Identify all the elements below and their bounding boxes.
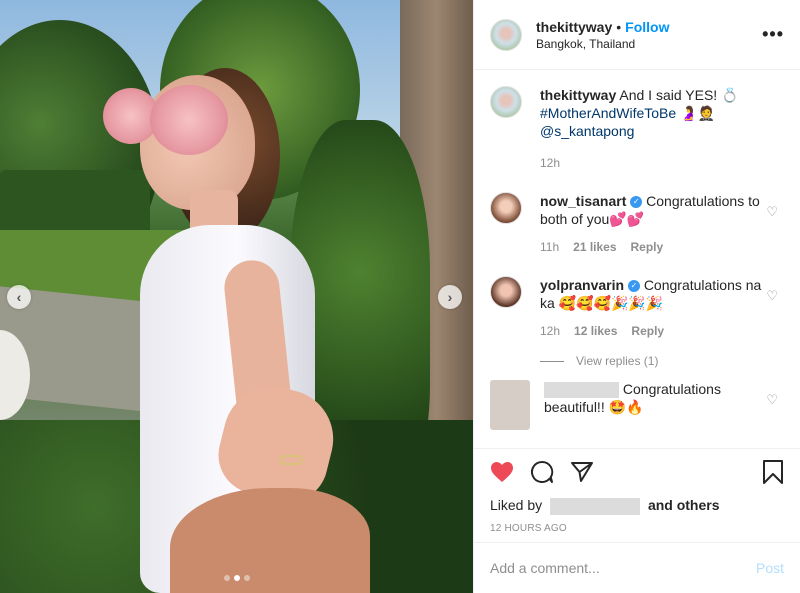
share-icon[interactable] bbox=[570, 460, 594, 487]
post-header: thekittyway • Follow Bangkok, Thailand •… bbox=[474, 0, 800, 70]
more-options-icon[interactable]: ••• bbox=[762, 24, 784, 45]
comment-likes[interactable]: 21 likes bbox=[573, 238, 616, 256]
separator: • bbox=[616, 18, 622, 35]
comments-list[interactable]: thekittyway And I said YES! 💍 #MotherAnd… bbox=[474, 70, 800, 448]
post-actions: Liked by and others 12 HOURS AGO bbox=[474, 448, 800, 534]
like-comment-heart-icon[interactable]: ♡ bbox=[766, 392, 778, 408]
header-username[interactable]: thekittyway bbox=[536, 19, 612, 35]
divider bbox=[540, 360, 564, 362]
mention-link[interactable]: @s_kantapong bbox=[540, 122, 765, 140]
verified-badge-icon: ✓ bbox=[630, 196, 643, 209]
like-comment-heart-icon[interactable]: ♡ bbox=[766, 288, 778, 304]
liked-by: Liked by and others bbox=[490, 497, 784, 515]
flower-crown bbox=[150, 85, 228, 155]
previous-slide-button[interactable]: ‹ bbox=[7, 285, 31, 309]
avatar[interactable] bbox=[490, 18, 522, 51]
comment-age: 11h bbox=[540, 240, 560, 254]
caption: thekittyway And I said YES! 💍 #MotherAnd… bbox=[490, 86, 784, 172]
slide-dot bbox=[243, 575, 250, 581]
view-replies-label: View replies (1) bbox=[576, 354, 659, 368]
post-photo[interactable]: ‹ › bbox=[0, 0, 473, 593]
comment-text-line2: beautiful!! 🤩🔥 bbox=[544, 399, 644, 416]
bookmark-icon[interactable] bbox=[762, 459, 784, 487]
slide-indicator bbox=[0, 575, 473, 581]
caption-emoji: 🤰🤵 bbox=[680, 105, 715, 121]
comment-text: Congratulations bbox=[622, 381, 721, 397]
slide-dot-active bbox=[233, 575, 240, 581]
post-timestamp[interactable]: 12 HOURS AGO bbox=[490, 523, 784, 534]
chevron-left-icon: ‹ bbox=[16, 289, 22, 305]
reply-button[interactable]: Reply bbox=[631, 322, 664, 340]
comment-item: yolpranvarin ✓ Congratulations na ka 🥰🥰🥰… bbox=[490, 276, 784, 340]
engagement-ring bbox=[279, 455, 303, 465]
comment-username[interactable]: yolpranvarin bbox=[540, 277, 624, 293]
comment-item: now_tisanart ✓ Congratulations to both o… bbox=[490, 192, 784, 256]
liked-by-others-link[interactable]: and others bbox=[648, 497, 720, 513]
redacted-username bbox=[544, 382, 619, 399]
next-slide-button[interactable]: › bbox=[438, 285, 462, 309]
add-comment-input[interactable] bbox=[490, 560, 756, 576]
verified-badge-icon: ✓ bbox=[627, 280, 640, 293]
add-comment-bar: Post bbox=[474, 542, 800, 593]
like-comment-heart-icon[interactable]: ♡ bbox=[766, 204, 778, 220]
comment-username[interactable]: now_tisanart bbox=[540, 193, 626, 209]
comment-likes[interactable]: 12 likes bbox=[574, 322, 617, 340]
caption-username[interactable]: thekittyway bbox=[540, 87, 616, 103]
post-sidebar: thekittyway • Follow Bangkok, Thailand •… bbox=[473, 0, 800, 593]
reply-button[interactable]: Reply bbox=[631, 238, 664, 256]
avatar[interactable] bbox=[490, 192, 522, 224]
post-comment-button[interactable]: Post bbox=[756, 560, 784, 576]
comment-icon[interactable] bbox=[530, 460, 554, 487]
follow-button[interactable]: Follow bbox=[625, 19, 669, 35]
liked-by-prefix: Liked by bbox=[490, 497, 543, 513]
slide-dot bbox=[223, 575, 230, 581]
avatar[interactable] bbox=[490, 276, 522, 308]
location-link[interactable]: Bangkok, Thailand bbox=[536, 37, 669, 51]
view-replies-button[interactable]: View replies (1) bbox=[540, 354, 784, 368]
comment-item: Congratulations beautiful!! 🤩🔥 ♡ bbox=[490, 380, 784, 430]
avatar[interactable] bbox=[490, 380, 530, 430]
hashtag-link[interactable]: #MotherAndWifeToBe bbox=[540, 105, 676, 121]
comment-age: 12h bbox=[540, 324, 561, 338]
caption-text: And I said YES! 💍 bbox=[619, 87, 739, 103]
avatar[interactable] bbox=[490, 86, 522, 118]
redacted-liker bbox=[550, 497, 641, 515]
chevron-right-icon: › bbox=[447, 289, 453, 305]
like-heart-icon[interactable] bbox=[490, 461, 514, 486]
caption-age: 12h bbox=[540, 156, 561, 170]
